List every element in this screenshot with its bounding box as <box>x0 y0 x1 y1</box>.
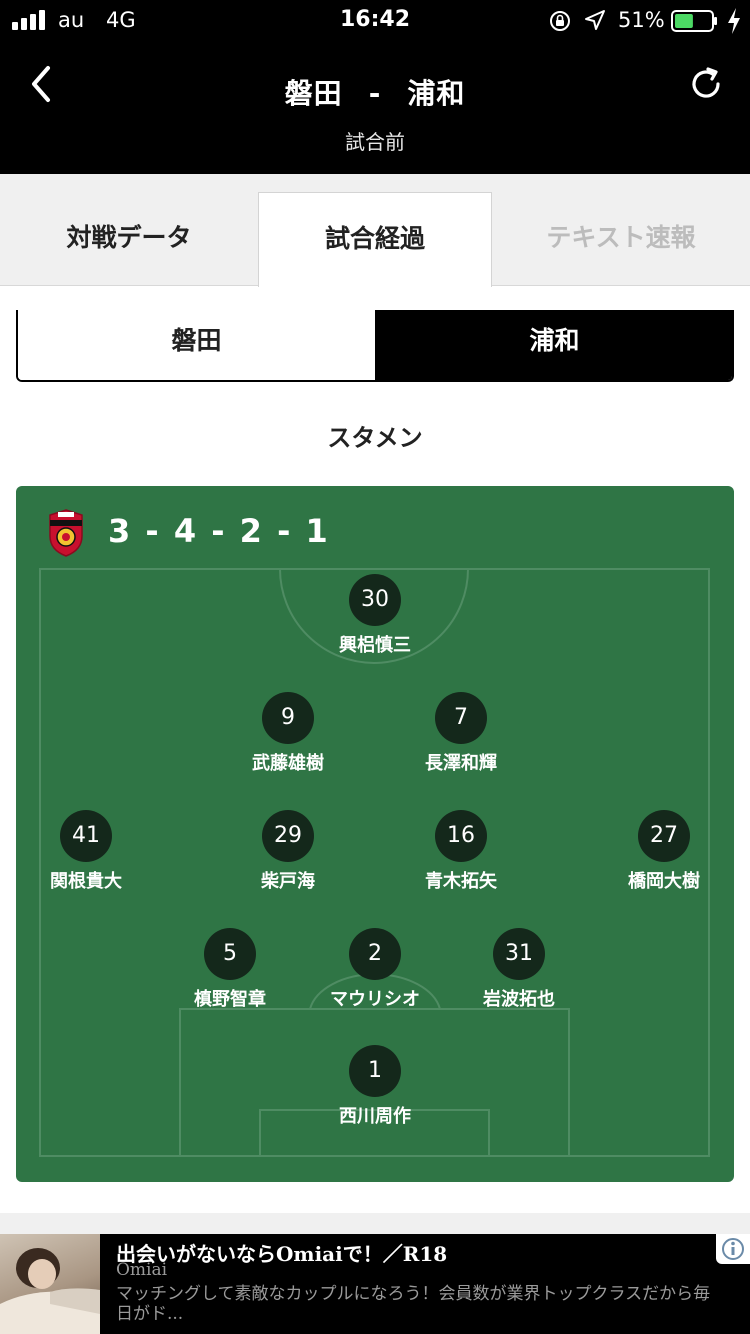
match-header: 磐田 - 浦和 試合前 <box>0 42 750 174</box>
player-card[interactable]: 2 マウリシオ <box>305 928 445 1011</box>
player-name: 柴戸海 <box>261 871 315 892</box>
team-switch: 磐田 浦和 <box>16 310 734 382</box>
player-number: 9 <box>262 692 314 744</box>
match-title: 磐田 - 浦和 <box>0 72 750 112</box>
player-number: 1 <box>349 1045 401 1097</box>
tab-text-live[interactable]: テキスト速報 <box>492 192 750 287</box>
player-card[interactable]: 41 関根貴大 <box>16 810 156 893</box>
player-card[interactable]: 7 長澤和輝 <box>391 692 531 775</box>
player-name: 関根貴大 <box>50 871 122 892</box>
player-name: 西川周作 <box>339 1106 411 1127</box>
player-name: マウリシオ <box>330 989 420 1010</box>
location-icon <box>585 10 605 30</box>
player-name: 興梠慎三 <box>339 635 411 656</box>
section-divider <box>0 1213 750 1235</box>
charging-icon <box>728 8 740 34</box>
title-separator: - <box>368 77 382 110</box>
player-card[interactable]: 31 岩波拓也 <box>449 928 589 1011</box>
rotation-lock-icon <box>550 11 570 31</box>
team-button-away[interactable]: 浦和 <box>375 310 732 380</box>
battery-icon <box>671 10 717 32</box>
ad-info-icon[interactable] <box>716 1234 750 1264</box>
player-card[interactable]: 29 柴戸海 <box>218 810 358 893</box>
player-name: 長澤和輝 <box>425 753 497 774</box>
player-name: 岩波拓也 <box>483 989 555 1010</box>
player-number: 27 <box>638 810 690 862</box>
player-card[interactable]: 9 武藤雄樹 <box>218 692 358 775</box>
tab-match-data[interactable]: 対戦データ <box>0 192 258 287</box>
player-name: 橋岡大樹 <box>628 871 700 892</box>
match-status: 試合前 <box>345 130 405 154</box>
player-card[interactable]: 5 槙野智章 <box>160 928 300 1011</box>
status-bar: au 4G 16:42 51% <box>0 0 750 42</box>
lineup-pitch: 3 - 4 - 2 - 1 30 興梠慎三 9 武藤雄樹 7 長澤和輝 41 関… <box>16 486 734 1182</box>
player-number: 29 <box>262 810 314 862</box>
team-emblem-icon <box>49 509 83 557</box>
player-number: 2 <box>349 928 401 980</box>
formation-label: 3 - 4 - 2 - 1 <box>108 512 330 550</box>
ad-body: マッチングして素敵なカップルになろう！会員数が業界トップクラスだから毎日がド..… <box>116 1284 711 1324</box>
home-team-name: 磐田 <box>284 77 343 110</box>
player-name: 槙野智章 <box>194 989 266 1010</box>
tab-bar: 対戦データ 試合経過 テキスト速報 <box>0 174 750 287</box>
player-card[interactable]: 16 青木拓矢 <box>391 810 531 893</box>
section-title: スタメン <box>327 424 423 452</box>
tab-match-progress[interactable]: 試合経過 <box>258 192 492 287</box>
ad-thumbnail[interactable] <box>0 1234 100 1334</box>
player-number: 5 <box>204 928 256 980</box>
ad-source: Omiai <box>116 1260 168 1280</box>
player-card[interactable]: 1 西川周作 <box>305 1045 445 1128</box>
ad-photo-icon <box>0 1248 100 1334</box>
player-number: 16 <box>435 810 487 862</box>
player-card[interactable]: 30 興梠慎三 <box>305 574 445 657</box>
player-card[interactable]: 27 橋岡大樹 <box>594 810 734 893</box>
refresh-icon[interactable] <box>688 66 724 102</box>
player-number: 31 <box>493 928 545 980</box>
away-team-name: 浦和 <box>407 77 466 110</box>
battery-percentage: 51% <box>618 8 665 32</box>
player-number: 7 <box>435 692 487 744</box>
player-name: 武藤雄樹 <box>252 753 324 774</box>
player-name: 青木拓矢 <box>425 871 497 892</box>
team-button-home[interactable]: 磐田 <box>18 310 375 380</box>
player-number: 30 <box>349 574 401 626</box>
ad-banner[interactable]: 出会いがないならOmiaiで！／R18 Omiai マッチングして素敵なカップル… <box>0 1234 750 1334</box>
player-number: 41 <box>60 810 112 862</box>
